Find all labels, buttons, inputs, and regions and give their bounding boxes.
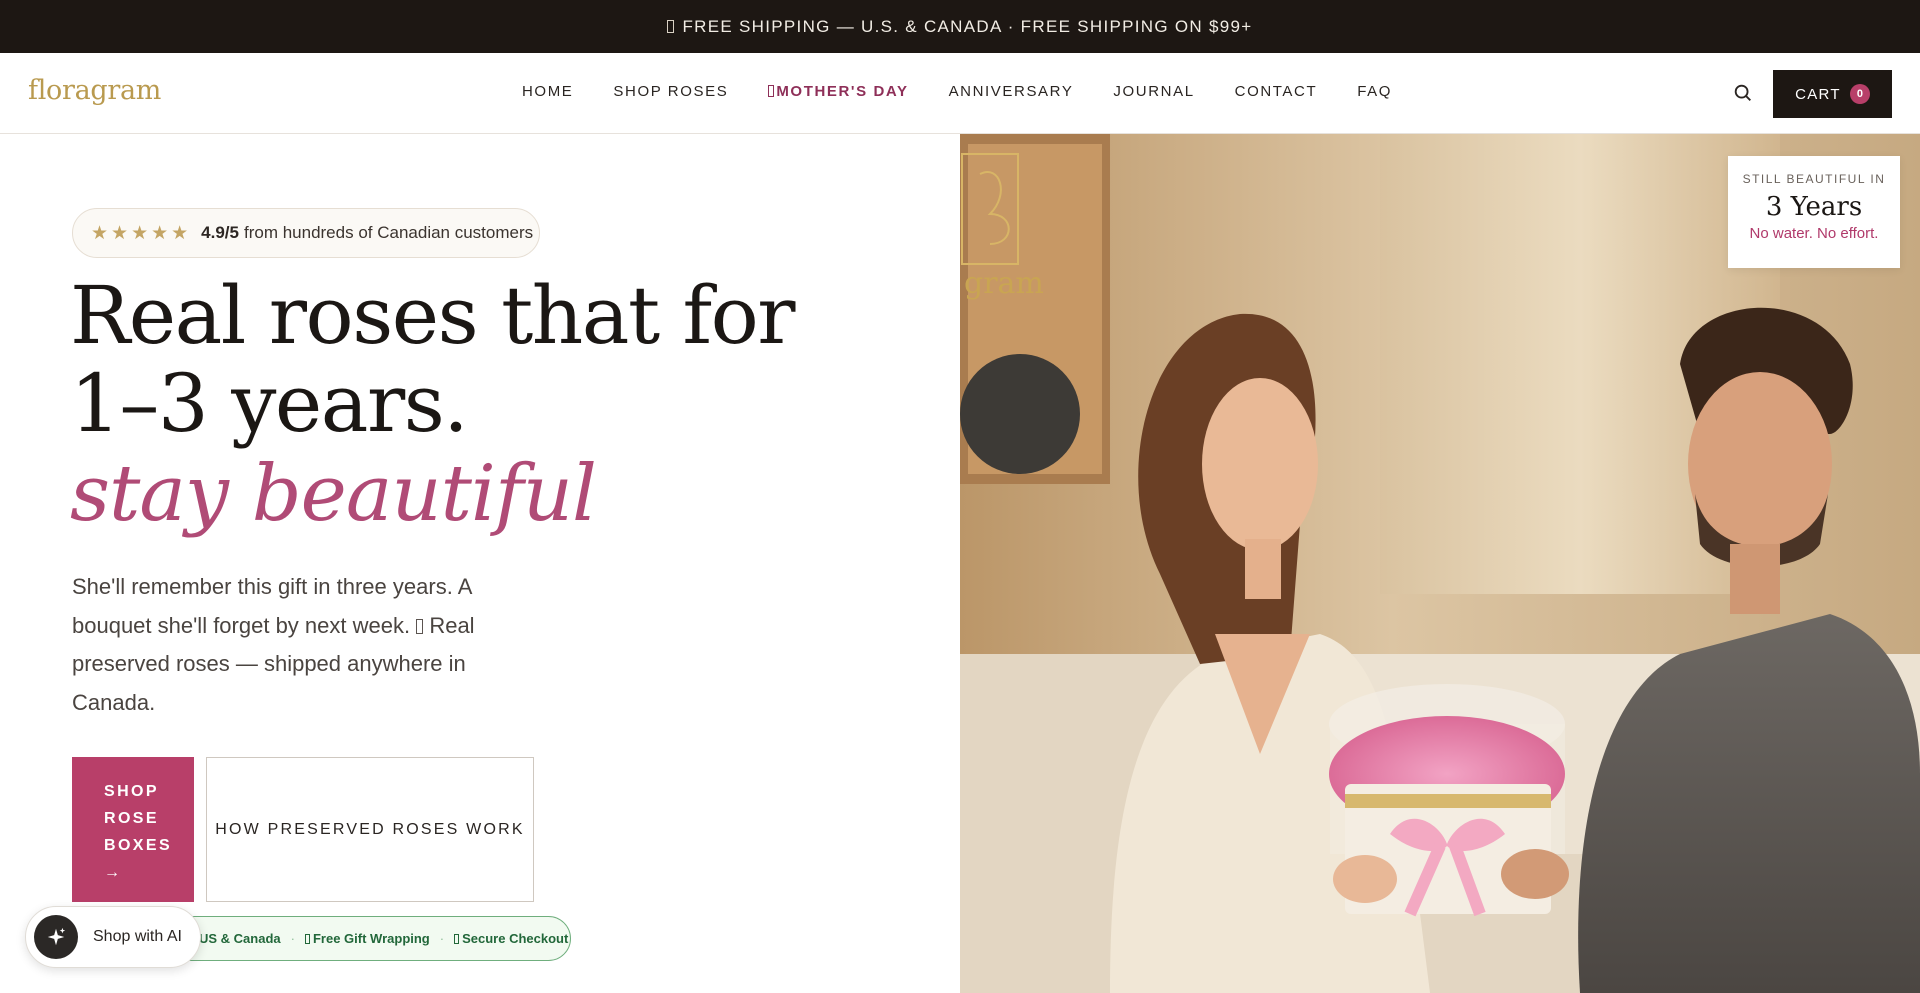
sparkle-icon (34, 915, 78, 959)
announcement-bar: FREE SHIPPING — U.S. & CANADA · FREE SHI… (0, 0, 1920, 53)
site-header: floragram HOME SHOP ROSES MOTHER'S DAY A… (0, 53, 1920, 134)
nav-journal[interactable]: JOURNAL (1113, 83, 1194, 100)
star-rating-icon: ★★★★★ (91, 222, 192, 244)
announcement-text: FREE SHIPPING — U.S. & CANADA · FREE SHI… (682, 16, 1253, 36)
gift-icon (304, 933, 310, 944)
cart-label: CART (1795, 85, 1841, 103)
rating-text: from hundreds of Canadian customers (243, 223, 534, 242)
cta-line1: SHOP (104, 783, 159, 800)
how-it-works-button[interactable]: HOW PRESERVED ROSES WORK (206, 757, 534, 902)
nav-shop-roses[interactable]: SHOP ROSES (613, 83, 728, 100)
badge-label: STILL BEAUTIFUL IN (1742, 172, 1886, 186)
photo-logo-text: gram (964, 266, 1044, 301)
cart-count-badge: 0 (1849, 84, 1870, 104)
trust-badges: US & Canada · Free Gift Wrapping · Secur… (150, 916, 571, 961)
cta-line3: BOXES (104, 837, 173, 854)
rating-badge: ★★★★★ 4.9/5 from hundreds of Canadian cu… (72, 208, 540, 258)
badge-value: 3 Years (1765, 192, 1863, 222)
hero-subcopy: She'll remember this gift in three years… (72, 568, 492, 722)
separator: · (290, 931, 295, 946)
nav-faq[interactable]: FAQ (1357, 83, 1392, 100)
longevity-badge: STILL BEAUTIFUL IN 3 Years No water. No … (1728, 156, 1900, 268)
arrow-right-icon: → (104, 864, 123, 881)
rose-icon (416, 618, 424, 634)
hero-headline-accent: stay beautiful (70, 449, 597, 539)
rating-score: 4.9/5 (201, 223, 239, 242)
nav-anniversary[interactable]: ANNIVERSARY (949, 83, 1074, 100)
separator: · (439, 931, 445, 946)
trust-shipping: US & Canada (199, 931, 281, 946)
badge-note: No water. No effort. (1749, 225, 1879, 242)
cart-button[interactable]: CART 0 (1773, 70, 1892, 118)
trust-gift-wrap: Free Gift Wrapping (312, 931, 430, 946)
shop-rose-boxes-button[interactable]: SHOP ROSE BOXES → (72, 757, 194, 902)
trust-checkout: Secure Checkout (462, 931, 569, 946)
hero-headline: Real roses that for 1–3 years. (70, 269, 796, 450)
lock-icon (454, 933, 460, 944)
nav-mothers-day-label: MOTHER'S DAY (776, 83, 909, 100)
truck-icon (667, 20, 675, 33)
gift-icon (768, 85, 775, 97)
site-logo[interactable]: floragram (28, 75, 161, 106)
shop-with-ai-button[interactable]: Shop with AI (25, 906, 201, 968)
nav-home[interactable]: HOME (522, 83, 573, 100)
cta-line2: ROSE (104, 810, 159, 827)
search-icon[interactable] (1732, 82, 1754, 104)
main-nav: HOME SHOP ROSES MOTHER'S DAY ANNIVERSARY… (522, 83, 1432, 100)
nav-contact[interactable]: CONTACT (1235, 83, 1318, 100)
ai-widget-label: Shop with AI (93, 928, 182, 945)
nav-mothers-day[interactable]: MOTHER'S DAY (768, 83, 908, 100)
subcopy-part1: She'll remember this gift in three years… (72, 574, 472, 638)
